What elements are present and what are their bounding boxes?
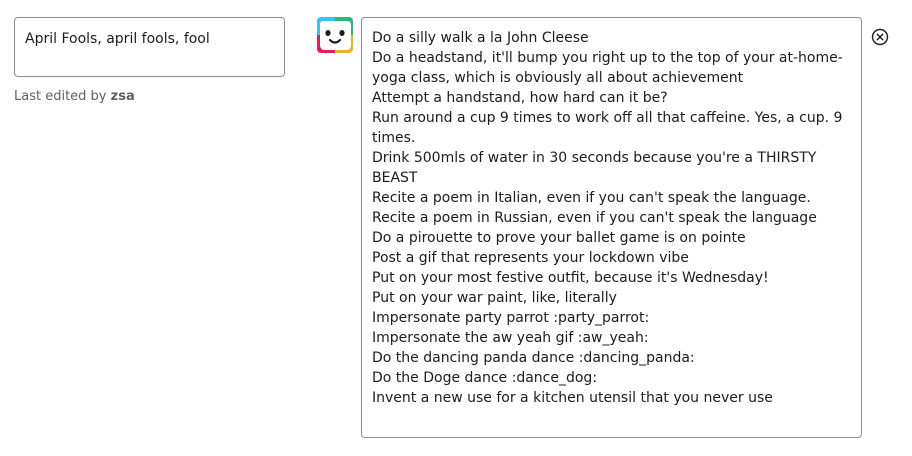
response-line: Drink 500mls of water in 30 seconds beca… <box>372 150 817 186</box>
last-edited-prefix: Last edited by <box>14 89 107 104</box>
response-line: Do the dancing panda dance :dancing_pand… <box>372 350 695 366</box>
autoresponse-row: April Fools, april fools, fool Last edit… <box>0 0 912 456</box>
response-line: Impersonate party parrot :party_parrot: <box>372 310 650 326</box>
response-line: Do a pirouette to prove your ballet game… <box>372 230 746 246</box>
remove-response-button[interactable] <box>870 27 890 47</box>
response-line: Put on your war paint, like, literally <box>372 290 617 306</box>
response-textarea[interactable]: Do a silly walk a la John Cleese Do a hea… <box>361 17 862 438</box>
response-line: Do the Doge dance :dance_dog: <box>372 370 598 386</box>
response-lines: Do a silly walk a la John Cleese Do a hea… <box>372 28 851 408</box>
trigger-phrase-field[interactable]: April Fools, april fools, fool <box>14 17 285 77</box>
last-edited-user: zsa <box>110 89 135 104</box>
response-line: Invent a new use for a kitchen utensil t… <box>372 390 773 406</box>
response-line: Do a silly walk a la John Cleese <box>372 30 589 46</box>
response-line: Attempt a handstand, how hard can it be? <box>372 90 668 106</box>
last-edited-info: Last edited by zsa <box>14 88 135 106</box>
close-circle-icon <box>871 28 889 46</box>
response-line: Impersonate the aw yeah gif :aw_yeah: <box>372 330 649 346</box>
response-line: Do a headstand, it'll bump you right up … <box>372 50 843 86</box>
response-line: Recite a poem in Russian, even if you ca… <box>372 210 817 226</box>
response-line: Post a gif that represents your lockdown… <box>372 250 689 266</box>
response-line: Run around a cup 9 times to work off all… <box>372 110 843 146</box>
response-line: Put on your most festive outfit, because… <box>372 270 769 286</box>
trigger-phrase-value: April Fools, april fools, fool <box>25 31 210 47</box>
response-line: Recite a poem in Italian, even if you ca… <box>372 190 811 206</box>
slackbot-avatar-icon <box>317 17 353 53</box>
